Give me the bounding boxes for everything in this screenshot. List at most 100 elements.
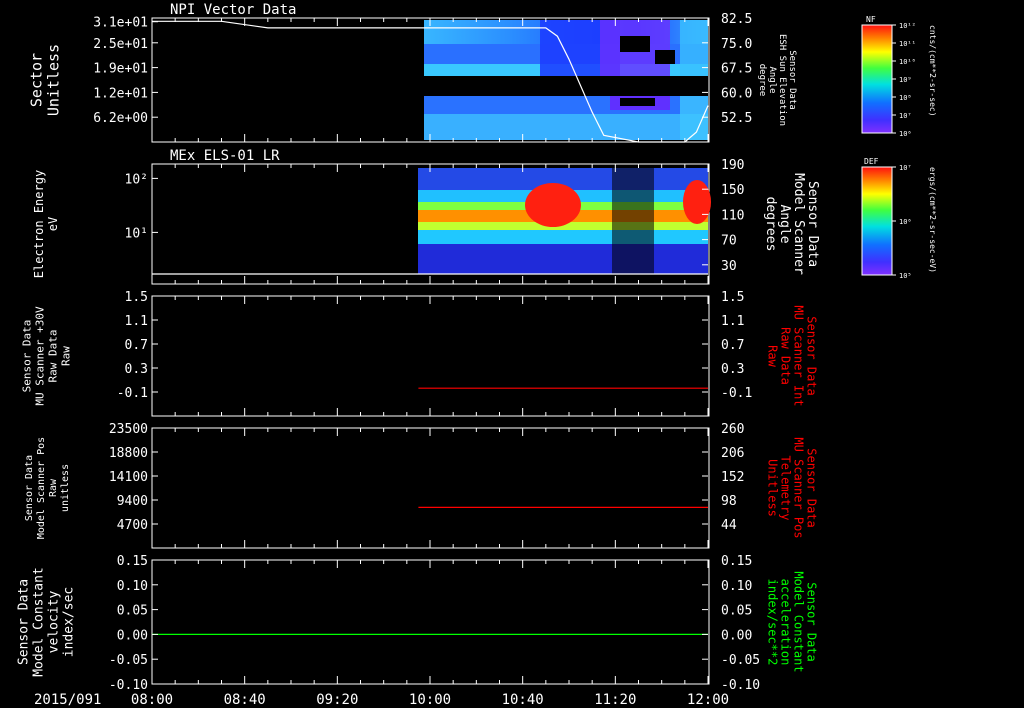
- right-axis-label-line: Angle: [777, 204, 792, 243]
- colorbar-tick-label: 10⁶: [899, 218, 912, 226]
- right-tick-label: 1.1: [721, 314, 744, 329]
- left-tick-label: 1.1: [125, 314, 148, 329]
- right-axis-label-line: Unitless: [766, 459, 780, 517]
- spectrogram-mex: [418, 168, 711, 274]
- left-axis-label-line: Sensor Data: [17, 579, 32, 665]
- left-tick-label: -0.05: [109, 653, 148, 668]
- colorbar-title-def: DEF: [864, 157, 879, 166]
- right-axis-label-line: ESH Sun Elevation: [777, 34, 787, 126]
- right-tick-label: 0.3: [721, 362, 744, 377]
- colorbar-tick-label: 10¹²: [899, 22, 916, 30]
- right-tick-label: 110: [721, 208, 744, 223]
- right-tick-label: 190: [721, 158, 744, 173]
- left-tick-label: -0.1: [117, 386, 148, 401]
- left-tick-label: 1.5: [125, 290, 148, 305]
- right-tick-label: 0.00: [721, 628, 752, 643]
- right-axis-label-line: Sensor Data: [787, 50, 797, 110]
- right-axis-label-line: degree: [757, 64, 767, 97]
- right-axis-label-line: degrees: [763, 197, 778, 252]
- colorbar-tick-label: 10⁷: [899, 112, 912, 120]
- left-axis-label-line: Raw Data: [47, 330, 60, 383]
- left-axis-label-line: Model Constant: [32, 567, 47, 677]
- time-tick-label: 09:20: [316, 692, 358, 708]
- right-tick-label: 70: [721, 234, 737, 249]
- spectrogram-data-gap: [620, 36, 650, 52]
- right-axis-label-line: MU Scanner Pos: [792, 437, 806, 538]
- time-tick-label: 10:00: [409, 692, 451, 708]
- time-tick-label: 08:00: [131, 692, 173, 708]
- spectrogram-npi: [424, 20, 708, 140]
- time-tick-label: 10:40: [502, 692, 544, 708]
- right-tick-label: 82.5: [721, 12, 752, 27]
- right-axis-label-line: Model Scanner: [791, 173, 806, 275]
- right-axis-label-line: Raw Data: [779, 327, 793, 385]
- left-tick-label: 0.10: [117, 579, 148, 594]
- left-axis-label-line: Sensor Data: [21, 320, 34, 393]
- right-tick-label: 150: [721, 183, 744, 198]
- left-axis-label-line: velocity: [47, 591, 62, 654]
- right-axis-label-line: MU Scanner Int: [792, 305, 806, 406]
- left-tick-label: 1.2e+01: [93, 86, 148, 101]
- left-tick-label: 4700: [117, 518, 148, 533]
- right-tick-label: 0.7: [721, 338, 744, 353]
- colorbar-tick-label: 10¹⁰: [899, 58, 916, 66]
- right-tick-label: -0.1: [721, 386, 752, 401]
- date-label: 2015/091: [34, 692, 101, 708]
- colorbar-gradient: [861, 166, 893, 276]
- left-tick-label: 14100: [109, 470, 148, 485]
- left-tick-label: 10²: [125, 172, 148, 187]
- right-tick-label: 44: [721, 518, 737, 533]
- right-tick-label: 30: [721, 259, 737, 274]
- left-axis-label-line: Unitless: [45, 44, 63, 116]
- right-tick-label: 260: [721, 422, 744, 437]
- time-tick-label: 08:40: [224, 692, 266, 708]
- right-tick-label: -0.05: [721, 653, 760, 668]
- right-axis-label-line: index/sec**2: [766, 579, 780, 666]
- left-axis-label-line: index/sec: [62, 587, 77, 657]
- right-axis-label-5: Sensor DataModel Constantaccelerationind…: [766, 571, 819, 672]
- left-tick-label: -0.10: [109, 678, 148, 693]
- spectrogram-hotspot: [683, 180, 711, 224]
- right-tick-label: 0.05: [721, 604, 752, 619]
- right-axis-label-line: Angle: [767, 66, 777, 93]
- colorbar-unit-npi: cnts/(cm**2-sr-sec): [928, 25, 937, 117]
- left-axis-label-line: unitless: [60, 464, 71, 512]
- right-axis-label-line: Raw: [766, 345, 780, 367]
- colorbar-tick-label: 10⁵: [899, 272, 912, 280]
- colorbar-tick-label: 10⁸: [899, 94, 912, 102]
- right-axis-label-line: Telemetry: [779, 455, 793, 520]
- time-tick-label: 12:00: [687, 692, 729, 708]
- right-tick-label: 206: [721, 446, 744, 461]
- spectrogram-band: [424, 114, 708, 140]
- left-tick-label: 23500: [109, 422, 148, 437]
- spectrogram-hotspot: [525, 183, 581, 227]
- right-tick-label: 0.10: [721, 579, 752, 594]
- right-tick-label: 67.5: [721, 62, 752, 77]
- left-tick-label: 0.7: [125, 338, 148, 353]
- colorbar-tick-label: 10¹¹: [899, 40, 916, 48]
- right-axis-label-line: Model Constant: [792, 571, 806, 672]
- right-tick-label: 1.5: [721, 290, 744, 305]
- colorbar-tick-label: 10⁹: [899, 76, 912, 84]
- left-tick-label: 0.00: [117, 628, 148, 643]
- panel-title-npi: NPI Vector Data: [170, 2, 296, 18]
- right-axis-label-line: Sensor Data: [805, 582, 819, 661]
- right-tick-label: 0.15: [721, 554, 752, 569]
- left-tick-label: 9400: [117, 494, 148, 509]
- right-tick-label: 152: [721, 470, 744, 485]
- left-tick-label: 0.05: [117, 604, 148, 619]
- spectrogram-band: [418, 244, 708, 274]
- left-tick-label: 1.9e+01: [93, 62, 148, 77]
- colorbar-tick-label: 10⁷: [899, 164, 912, 172]
- right-tick-label: 52.5: [721, 111, 752, 126]
- right-tick-label: -0.10: [721, 678, 760, 693]
- left-tick-label: 6.2e+00: [93, 111, 148, 126]
- left-tick-label: 18800: [109, 446, 148, 461]
- tplot-figure: NPI Vector Data 3.1e+01 2.5e+01 1.9e+01 1.2…: [0, 0, 1024, 708]
- left-tick-label: 0.3: [125, 362, 148, 377]
- left-tick-label: 0.15: [117, 554, 148, 569]
- left-axis-label-line: Raw: [60, 346, 73, 366]
- right-axis-label-line: acceleration: [779, 579, 793, 666]
- colorbar-title-nf: NF: [866, 15, 876, 24]
- right-tick-label: 60.0: [721, 86, 752, 101]
